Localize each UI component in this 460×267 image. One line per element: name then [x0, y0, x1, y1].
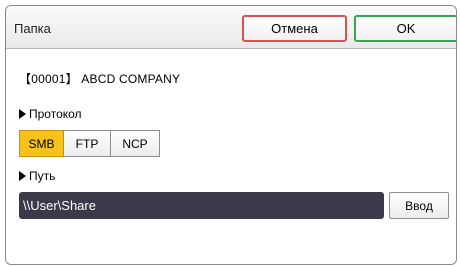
path-label: Путь — [29, 169, 56, 183]
dialog-header: Папка Отмена OK — [6, 6, 456, 49]
enter-path-button[interactable]: Ввод — [389, 192, 449, 219]
dialog-title: Папка — [14, 21, 51, 36]
screen: Папка Отмена OK 【00001】 ABCD COMPANY Про… — [0, 0, 460, 267]
protocol-label: Протокол — [29, 107, 82, 121]
path-field[interactable]: \\User\Share — [19, 192, 384, 219]
ok-button[interactable]: OK — [354, 15, 456, 42]
cancel-button[interactable]: Отмена — [242, 15, 347, 42]
protocol-ncp-button[interactable]: NCP — [110, 130, 160, 157]
triangle-right-icon — [19, 171, 26, 181]
protocol-ftp-button[interactable]: FTP — [63, 130, 111, 157]
protocol-smb-button[interactable]: SMB — [19, 130, 64, 157]
destination-name: 【00001】 ABCD COMPANY — [19, 72, 181, 86]
triangle-right-icon — [19, 109, 26, 119]
folder-dialog: Папка Отмена OK 【00001】 ABCD COMPANY Про… — [5, 5, 457, 265]
protocol-section-label: Протокол — [19, 107, 82, 121]
path-section-label: Путь — [19, 169, 55, 183]
